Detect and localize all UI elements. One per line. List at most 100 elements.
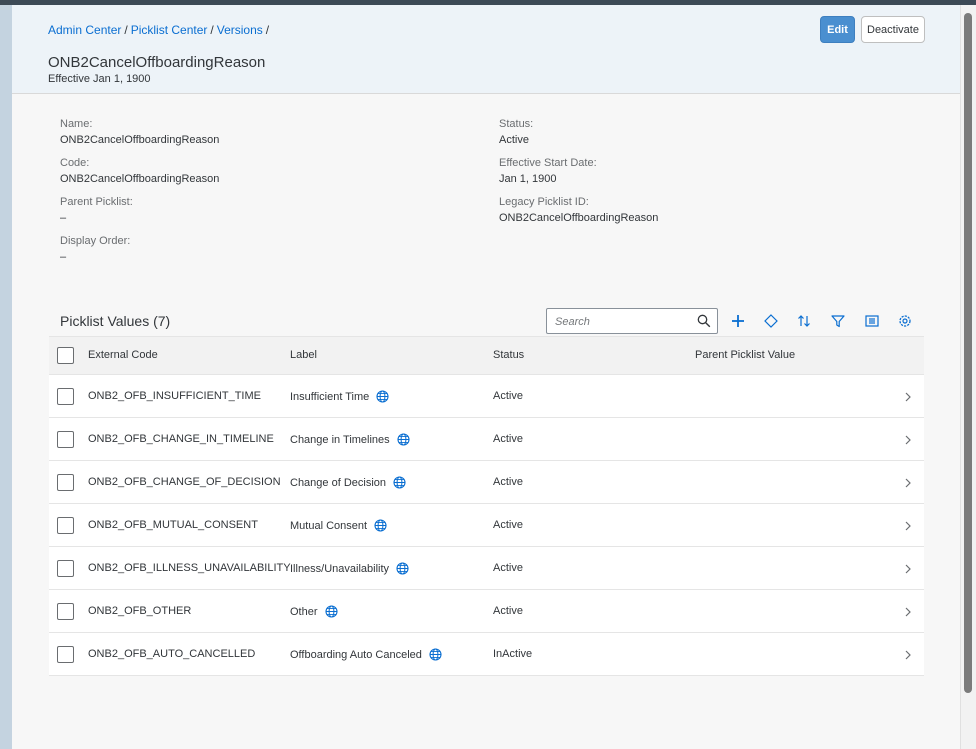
edit-button[interactable]: Edit bbox=[820, 16, 855, 43]
external-code-cell: ONB2_OFB_MUTUAL_CONSENT bbox=[88, 519, 258, 531]
label-cell: Change in Timelines bbox=[290, 433, 410, 446]
chevron-right-icon[interactable] bbox=[904, 476, 912, 488]
breadcrumb-versions[interactable]: Versions bbox=[217, 23, 263, 37]
deactivate-button[interactable]: Deactivate bbox=[861, 16, 925, 43]
row-checkbox[interactable] bbox=[57, 388, 74, 405]
column-header-parent-picklist-value[interactable]: Parent Picklist Value bbox=[695, 349, 795, 361]
breadcrumb-picklist-center[interactable]: Picklist Center bbox=[131, 23, 208, 37]
label-cell: Offboarding Auto Canceled bbox=[290, 648, 442, 661]
external-code-cell: ONB2_OFB_INSUFFICIENT_TIME bbox=[88, 390, 261, 402]
sort-icon[interactable] bbox=[794, 312, 814, 330]
filter-icon[interactable] bbox=[828, 312, 848, 330]
effective-start-date-value: Jan 1, 1900 bbox=[499, 173, 557, 185]
search-icon[interactable] bbox=[697, 314, 711, 328]
add-icon[interactable] bbox=[728, 312, 748, 330]
page-subtitle: Effective Jan 1, 1900 bbox=[48, 73, 151, 85]
chevron-right-icon[interactable] bbox=[904, 390, 912, 402]
name-value: ONB2CancelOffboardingReason bbox=[60, 134, 220, 146]
globe-icon[interactable] bbox=[393, 476, 406, 489]
globe-icon[interactable] bbox=[324, 605, 338, 618]
status-value: Active bbox=[499, 134, 529, 146]
breadcrumb-separator: / bbox=[124, 23, 128, 37]
external-code-cell: ONB2_OFB_ILLNESS_UNAVAILABILITY bbox=[88, 562, 291, 574]
label-cell: Other bbox=[290, 605, 338, 618]
label-text: Other bbox=[290, 605, 318, 618]
scrollbar-thumb[interactable] bbox=[964, 13, 972, 693]
table-row[interactable]: ONB2_OFB_CHANGE_OF_DECISION Change of Dec… bbox=[49, 461, 924, 504]
globe-icon[interactable] bbox=[429, 648, 442, 661]
picklist-values-title: Picklist Values (7) bbox=[60, 313, 171, 329]
chevron-right-icon[interactable] bbox=[904, 605, 912, 617]
label-cell: Change of Decision bbox=[290, 476, 406, 489]
label-text: Insufficient Time bbox=[290, 390, 370, 403]
status-cell: Active bbox=[493, 433, 523, 445]
row-checkbox[interactable] bbox=[57, 474, 74, 491]
column-header-label[interactable]: Label bbox=[290, 349, 317, 361]
label-cell: Mutual Consent bbox=[290, 519, 387, 532]
parent-picklist-field: Parent Picklist: – bbox=[60, 196, 133, 224]
label-text: Change of Decision bbox=[290, 476, 387, 489]
vertical-scrollbar[interactable] bbox=[960, 5, 976, 749]
page-title: ONB2CancelOffboardingReason bbox=[48, 54, 266, 71]
table-row[interactable]: ONB2_OFB_MUTUAL_CONSENT Mutual Consent Act… bbox=[49, 504, 924, 547]
globe-icon[interactable] bbox=[396, 562, 409, 575]
globe-icon[interactable] bbox=[397, 433, 410, 446]
effective-start-date-label: Effective Start Date: bbox=[499, 157, 597, 169]
legacy-picklist-id-value: ONB2CancelOffboardingReason bbox=[499, 212, 659, 224]
row-checkbox[interactable] bbox=[57, 560, 74, 577]
column-header-status[interactable]: Status bbox=[493, 349, 524, 361]
breadcrumb-admin-center[interactable]: Admin Center bbox=[48, 23, 121, 37]
globe-icon[interactable] bbox=[376, 390, 389, 403]
external-code-cell: ONB2_OFB_CHANGE_IN_TIMELINE bbox=[88, 433, 274, 445]
column-header-external-code[interactable]: External Code bbox=[88, 349, 158, 361]
search-field[interactable] bbox=[546, 308, 718, 334]
globe-icon[interactable] bbox=[374, 519, 387, 532]
status-cell: Active bbox=[493, 562, 523, 574]
table-row[interactable]: ONB2_OFB_AUTO_CANCELLED Offboarding Auto … bbox=[49, 633, 924, 676]
status-cell: Active bbox=[493, 605, 523, 617]
label-text: Mutual Consent bbox=[290, 519, 368, 532]
status-cell: Active bbox=[493, 390, 523, 402]
display-order-value: – bbox=[60, 251, 67, 263]
chevron-right-icon[interactable] bbox=[904, 433, 912, 445]
external-code-cell: ONB2_OFB_OTHER bbox=[88, 605, 192, 617]
status-cell: Active bbox=[493, 519, 523, 531]
row-checkbox[interactable] bbox=[57, 517, 74, 534]
row-checkbox[interactable] bbox=[57, 603, 74, 620]
breadcrumb-separator: / bbox=[210, 23, 214, 37]
label-text: Offboarding Auto Canceled bbox=[290, 648, 422, 661]
code-field: Code: ONB2CancelOffboardingReason bbox=[60, 157, 219, 185]
table-row[interactable]: ONB2_OFB_INSUFFICIENT_TIME Insufficient T… bbox=[49, 375, 924, 418]
chevron-right-icon[interactable] bbox=[904, 648, 912, 660]
table-body: ONB2_OFB_INSUFFICIENT_TIME Insufficient T… bbox=[49, 375, 924, 676]
picklist-values-table: External Code Label Status Parent Pickli… bbox=[49, 336, 924, 676]
select-all-checkbox[interactable] bbox=[57, 347, 74, 364]
external-code-cell: ONB2_OFB_AUTO_CANCELLED bbox=[88, 648, 256, 660]
chevron-right-icon[interactable] bbox=[904, 519, 912, 531]
name-field: Name: ONB2CancelOffboardingReason bbox=[60, 118, 219, 146]
table-row[interactable]: ONB2_OFB_OTHER Other Active bbox=[49, 590, 924, 633]
breadcrumb-separator: / bbox=[265, 23, 270, 37]
code-label: Code: bbox=[60, 157, 90, 169]
row-checkbox[interactable] bbox=[57, 646, 74, 663]
effective-start-date-field: Effective Start Date: Jan 1, 1900 bbox=[499, 157, 597, 185]
display-order-field: Display Order: – bbox=[60, 235, 130, 263]
display-order-label: Display Order: bbox=[60, 235, 131, 247]
code-value: ONB2CancelOffboardingReason bbox=[60, 173, 220, 185]
search-input[interactable] bbox=[555, 313, 693, 331]
chevron-right-icon[interactable] bbox=[904, 562, 912, 574]
row-checkbox[interactable] bbox=[57, 431, 74, 448]
table-row[interactable]: ONB2_OFB_CHANGE_IN_TIMELINE Change in Tim… bbox=[49, 418, 924, 461]
legacy-picklist-id-field: Legacy Picklist ID: ONB2CancelOffboardin… bbox=[499, 196, 658, 224]
breadcrumb: Admin Center / Picklist Center / Versions / bbox=[48, 23, 272, 37]
status-field: Status: Active bbox=[499, 118, 533, 146]
label-cell: Insufficient Time bbox=[290, 390, 389, 403]
external-code-cell: ONB2_OFB_CHANGE_OF_DECISION bbox=[88, 476, 281, 488]
status-cell: InActive bbox=[493, 648, 533, 660]
label-text: Illness/Unavailability bbox=[290, 562, 390, 575]
settings-icon[interactable] bbox=[895, 312, 915, 330]
columns-icon[interactable] bbox=[862, 312, 882, 330]
parent-picklist-value: – bbox=[60, 212, 67, 224]
diamond-icon[interactable] bbox=[761, 312, 781, 330]
table-row[interactable]: ONB2_OFB_ILLNESS_UNAVAILABILITY Illness/U… bbox=[49, 547, 924, 590]
